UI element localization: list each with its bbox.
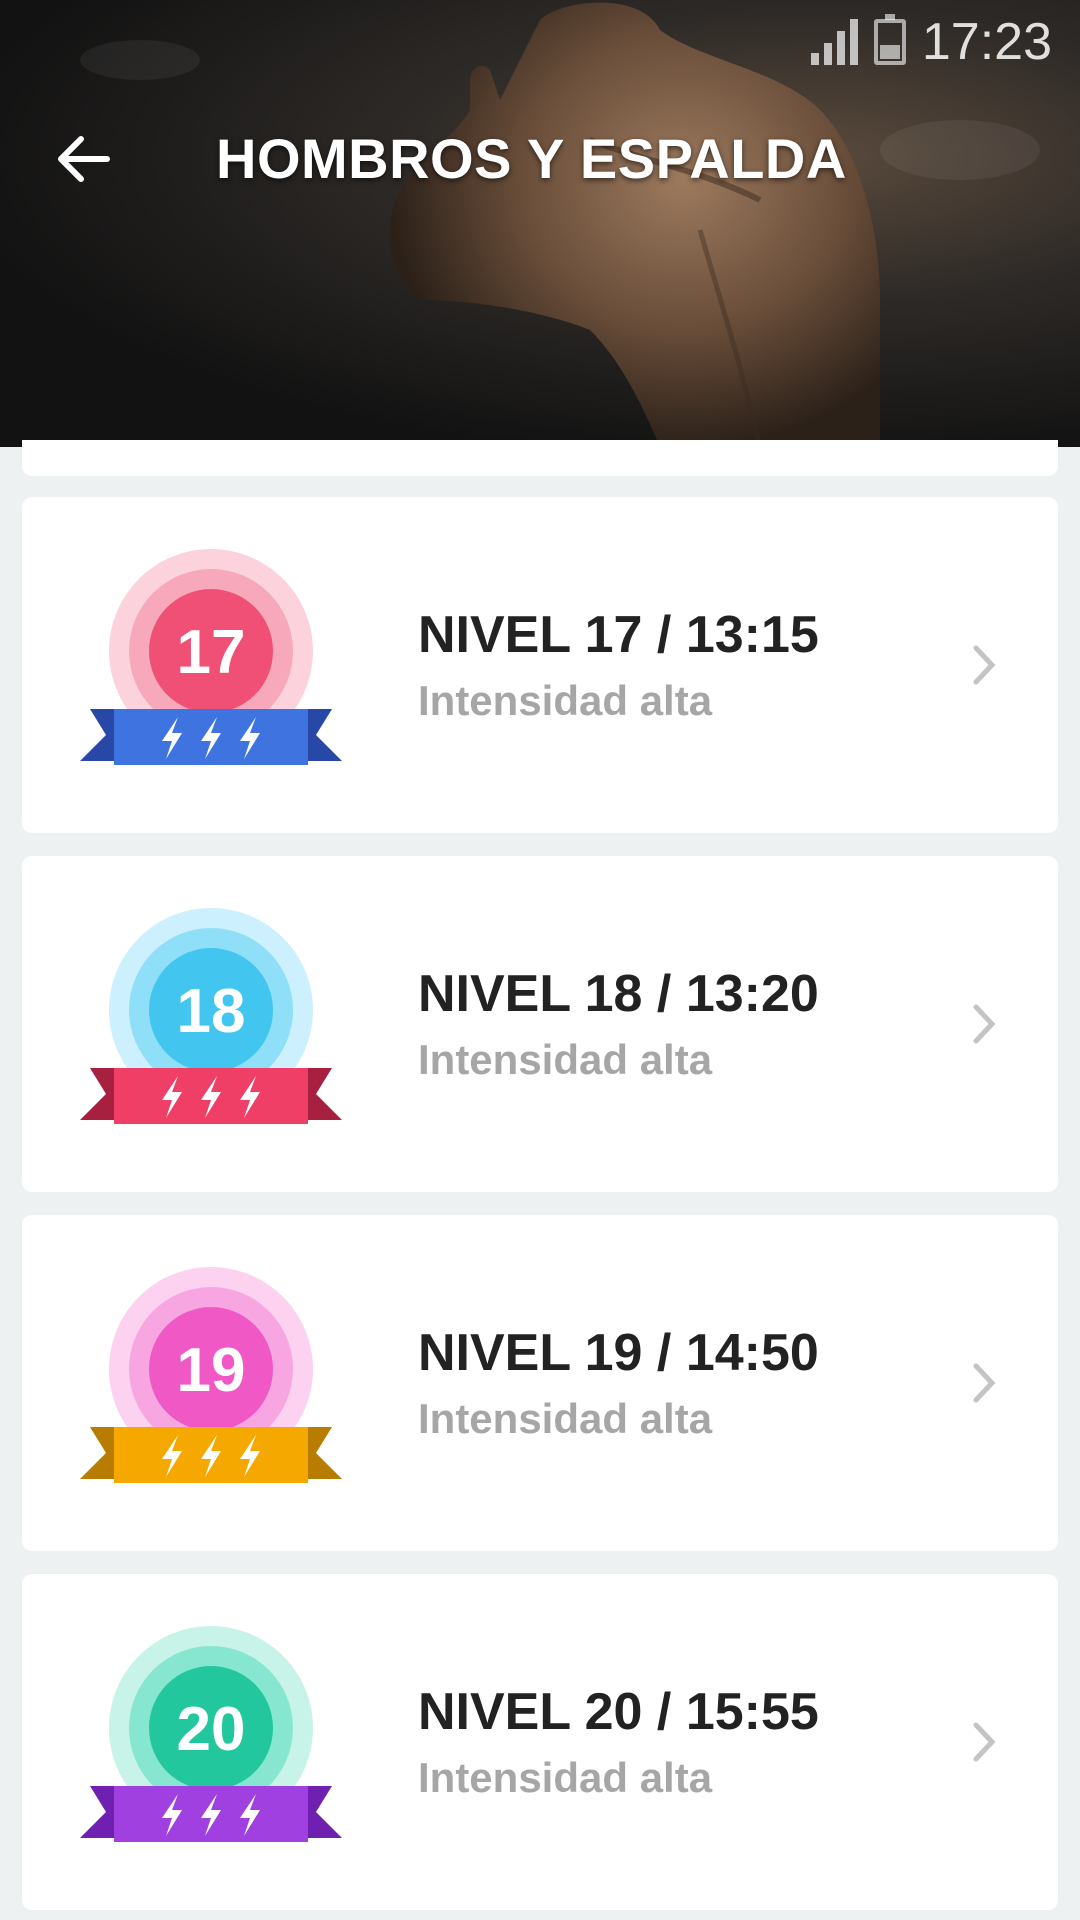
badge-level-number: 20 xyxy=(177,1695,246,1764)
level-title: NIVEL 18 / 13:20 xyxy=(418,965,819,1023)
level-title: NIVEL 17 / 13:15 xyxy=(418,606,819,664)
chevron-right-icon xyxy=(973,1363,996,1403)
status-bar: 17:23 xyxy=(810,13,1052,71)
header-banner: 17:23 HOMBROS Y ESPALDA xyxy=(0,0,1080,447)
chevron-right-icon xyxy=(973,645,996,685)
page-title: HOMBROS Y ESPALDA xyxy=(216,127,847,190)
level-card-19[interactable]: 19 NIVEL 19 / 14:50 Intensidad alta xyxy=(22,1215,1058,1551)
level-card-20[interactable]: 20 NIVEL 20 / 15:55 Intensidad alta xyxy=(22,1574,1058,1910)
level-title: NIVEL 20 / 15:55 xyxy=(418,1683,819,1741)
chevron-right-icon xyxy=(973,1722,996,1762)
badge-level-number: 18 xyxy=(177,977,246,1046)
signal-icon xyxy=(810,19,858,65)
level-card-17[interactable]: 17 NIVEL 17 / 13:15 Intensidad alta xyxy=(22,497,1058,833)
level-badge-icon: 17 xyxy=(80,549,342,765)
arrow-back-icon xyxy=(58,136,110,182)
level-badge-icon: 20 xyxy=(80,1626,342,1842)
level-intensity: Intensidad alta xyxy=(418,1036,713,1083)
status-time: 17:23 xyxy=(921,13,1052,71)
level-badge-icon: 18 xyxy=(80,908,342,1124)
level-title: NIVEL 19 / 14:50 xyxy=(418,1324,819,1382)
back-button[interactable] xyxy=(52,128,114,190)
battery-icon xyxy=(873,14,906,65)
chevron-right-icon xyxy=(973,1004,996,1044)
level-intensity: Intensidad alta xyxy=(418,1754,713,1801)
level-card-18[interactable]: 18 NIVEL 18 / 13:20 Intensidad alta xyxy=(22,856,1058,1192)
level-intensity: Intensidad alta xyxy=(418,1395,713,1442)
badge-level-number: 19 xyxy=(177,1336,246,1405)
badge-level-number: 17 xyxy=(177,618,246,687)
level-intensity: Intensidad alta xyxy=(418,677,713,724)
list-item-partial[interactable] xyxy=(22,440,1058,476)
level-badge-icon: 19 xyxy=(80,1267,342,1483)
